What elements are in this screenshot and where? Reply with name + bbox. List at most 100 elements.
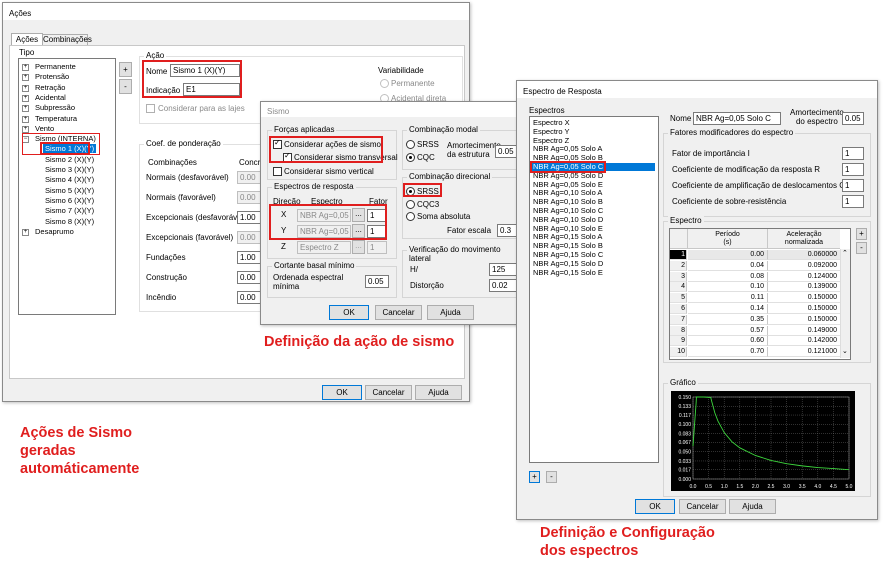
spectrum-table-box[interactable]: Período (s) Aceleração normalizada 1 0.00… <box>669 228 851 360</box>
tree-expand-icon[interactable]: + <box>22 74 29 82</box>
acoes-ajuda-button[interactable]: Ajuda <box>415 385 462 400</box>
table-cell-periodo[interactable]: 0.04 <box>688 260 768 271</box>
espectro-list-item[interactable]: Espectro Z <box>532 136 655 145</box>
espectro-list-item[interactable]: NBR Ag=0,15 Solo D <box>532 259 655 268</box>
espectro-list-item[interactable]: Espectro X <box>532 119 655 127</box>
coef-row-field[interactable]: 1.00 <box>237 211 261 224</box>
esp-cancelar-button[interactable]: Cancelar <box>679 499 726 514</box>
tree-expand-icon[interactable]: + <box>22 94 29 102</box>
table-row-number[interactable]: 6 <box>670 304 687 314</box>
espectro-list-item[interactable]: NBR Ag=0,15 Solo B <box>532 242 655 250</box>
table-row-number[interactable]: 1 <box>670 250 687 260</box>
considerar-vertical-checkbox[interactable] <box>273 167 282 176</box>
espectro-list-item[interactable]: NBR Ag=0,10 Solo A <box>532 189 655 197</box>
add-espectro-button[interactable]: + <box>529 471 540 483</box>
table-row-number[interactable]: 8 <box>670 325 687 336</box>
table-cell-aceleracao[interactable]: 0.150000 <box>768 304 840 314</box>
srss-modal-radio[interactable] <box>406 140 415 149</box>
tab-combinacoes[interactable]: Combinações <box>42 34 92 45</box>
table-cell-periodo[interactable]: 0.11 <box>688 293 768 304</box>
coef-row-field[interactable]: 0.00 <box>237 291 261 304</box>
table-cell-aceleracao[interactable]: 0.121000 <box>768 347 840 358</box>
table-scrollbar[interactable]: ⌃ ⌄ <box>840 249 850 358</box>
espectro-browse-button[interactable]: ... <box>352 240 365 254</box>
table-cell-aceleracao[interactable]: 0.150000 <box>768 314 840 325</box>
tree-expand-icon[interactable]: + <box>22 105 29 113</box>
tree-item[interactable]: Sismo 8 (X)(Y) <box>43 217 96 226</box>
scroll-up-icon[interactable]: ⌃ <box>842 249 848 257</box>
coef-row-field[interactable]: 0.00 <box>237 191 261 204</box>
coef-row-field[interactable]: 0.00 <box>237 171 261 184</box>
acoes-ok-button[interactable]: OK <box>322 385 362 400</box>
espectro-list-item[interactable]: NBR Ag=0,05 Solo D <box>532 171 655 180</box>
tree-item[interactable]: Desaprumo <box>33 227 76 236</box>
tree-item[interactable]: Subpressão <box>33 103 77 112</box>
table-cell-periodo[interactable]: 0.14 <box>688 304 768 314</box>
table-cell-periodo[interactable]: 0.08 <box>688 271 768 282</box>
tree-item[interactable]: Vento <box>33 124 56 133</box>
table-cell-aceleracao[interactable]: 0.149000 <box>768 325 840 336</box>
table-row-number[interactable]: 10 <box>670 347 687 358</box>
esp-nome-field[interactable]: NBR Ag=0,05 Solo C <box>693 112 781 125</box>
tree-item[interactable]: Sismo 3 (X)(Y) <box>43 165 96 174</box>
tree-item[interactable]: Sismo 7 (X)(Y) <box>43 206 96 215</box>
espectro-list-item[interactable]: NBR Ag=0,10 Solo C <box>532 207 655 215</box>
fator-modificador-field[interactable]: 1 <box>842 163 864 176</box>
espectro-list-item[interactable]: NBR Ag=0,10 Solo D <box>532 215 655 224</box>
espectros-list[interactable]: Espectro X Espectro Y Espectro Z NBR Ag=0,0… <box>529 116 659 463</box>
table-cell-periodo[interactable]: 0.57 <box>688 325 768 336</box>
tree-item[interactable]: Protensão <box>33 72 71 81</box>
fator-modificador-field[interactable]: 1 <box>842 147 864 160</box>
table-cell-aceleracao[interactable]: 0.092000 <box>768 260 840 271</box>
tipo-tree[interactable]: + Permanente + Protensão + Retração + Acidental… <box>18 58 116 315</box>
coef-row-field[interactable]: 0.00 <box>237 271 261 284</box>
espectro-list-item[interactable]: NBR Ag=0,10 Solo B <box>532 198 655 206</box>
table-cell-aceleracao[interactable]: 0.124000 <box>768 271 840 282</box>
tree-expand-icon[interactable]: + <box>22 228 29 236</box>
table-cell-periodo[interactable]: 0.35 <box>688 314 768 325</box>
esp-ok-button[interactable]: OK <box>635 499 675 514</box>
table-row-number[interactable]: 7 <box>670 314 687 325</box>
considerar-lajes-checkbox[interactable] <box>146 104 155 113</box>
table-row-number[interactable]: 3 <box>670 271 687 282</box>
fator-modificador-field[interactable]: 1 <box>842 195 864 208</box>
soma-absoluta-radio[interactable] <box>406 212 415 221</box>
cqc3-radio[interactable] <box>406 200 415 209</box>
espectro-list-item[interactable]: NBR Ag=0,15 Solo C <box>532 251 655 259</box>
coef-row-field[interactable]: 1.00 <box>237 251 261 264</box>
distorcao-field[interactable]: 0.02 <box>489 279 517 292</box>
table-cell-aceleracao[interactable]: 0.139000 <box>768 282 840 293</box>
remove-acao-button[interactable]: - <box>119 79 132 94</box>
table-cell-aceleracao[interactable]: 0.142000 <box>768 336 840 347</box>
espectro-list-item[interactable]: NBR Ag=0,05 Solo E <box>532 180 655 189</box>
fator-modificador-field[interactable]: 1 <box>842 179 864 192</box>
permanente-radio[interactable] <box>380 79 389 88</box>
tree-expand-icon[interactable]: + <box>22 64 29 71</box>
esp-amortecimento-field[interactable]: 0.05 <box>842 112 864 125</box>
table-row-number[interactable]: 5 <box>670 293 687 304</box>
table-cell-aceleracao[interactable]: 0.060000 <box>768 250 840 260</box>
h-field[interactable]: 125 <box>489 263 517 276</box>
add-acao-button[interactable]: + <box>119 62 132 77</box>
tree-item[interactable]: Acidental <box>33 93 68 102</box>
table-cell-periodo[interactable]: 0.60 <box>688 336 768 347</box>
add-row-button[interactable]: + <box>856 228 867 240</box>
table-row-number[interactable]: 2 <box>670 260 687 271</box>
tree-item[interactable]: Sismo 6 (X)(Y) <box>43 196 96 205</box>
acoes-cancelar-button[interactable]: Cancelar <box>365 385 412 400</box>
sismo-ajuda-button[interactable]: Ajuda <box>427 305 474 320</box>
ordenada-field[interactable]: 0.05 <box>365 275 389 288</box>
sismo-ok-button[interactable]: OK <box>329 305 369 320</box>
espectro-list-item[interactable]: NBR Ag=0,15 Solo A <box>532 233 655 241</box>
tree-item[interactable]: Sismo 2 (X)(Y) <box>43 155 96 164</box>
espectro-list-item[interactable]: NBR Ag=0,05 Solo A <box>532 145 655 153</box>
coef-row-field[interactable]: 0.00 <box>237 231 261 244</box>
table-row-number[interactable]: 9 <box>670 336 687 347</box>
espectro-list-item[interactable]: Espectro Y <box>532 127 655 136</box>
remove-espectro-button[interactable]: - <box>546 471 557 483</box>
amortecimento-field[interactable]: 0.05 <box>495 145 517 158</box>
tree-item[interactable]: Temperatura <box>33 114 79 123</box>
tree-expand-icon[interactable]: + <box>22 84 29 92</box>
table-cell-periodo[interactable]: 0.70 <box>688 347 768 358</box>
scroll-down-icon[interactable]: ⌄ <box>842 347 848 355</box>
